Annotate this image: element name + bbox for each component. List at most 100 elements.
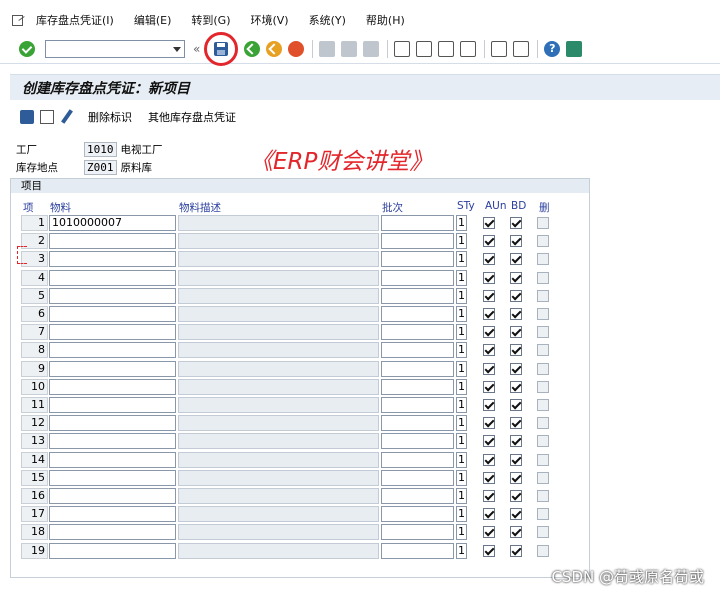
aun-checkbox[interactable] bbox=[483, 526, 495, 539]
delete-checkbox[interactable] bbox=[537, 217, 549, 229]
delete-checkbox[interactable] bbox=[537, 253, 549, 266]
batch-input[interactable] bbox=[381, 287, 454, 304]
bd-checkbox[interactable] bbox=[510, 308, 522, 320]
material-input[interactable] bbox=[49, 524, 176, 541]
batch-input[interactable] bbox=[381, 324, 454, 341]
col-header-bd[interactable]: BD bbox=[511, 200, 526, 212]
batch-input[interactable] bbox=[381, 469, 454, 486]
batch-input[interactable] bbox=[381, 451, 454, 468]
stock-type-input[interactable]: 1 bbox=[456, 433, 467, 450]
batch-input[interactable] bbox=[381, 397, 454, 413]
aun-checkbox[interactable] bbox=[483, 235, 495, 248]
row-number[interactable]: 11 bbox=[21, 397, 48, 413]
material-input[interactable] bbox=[49, 342, 176, 359]
material-input[interactable] bbox=[49, 542, 176, 559]
delete-checkbox[interactable] bbox=[537, 435, 549, 448]
double-chevron-left-icon[interactable]: « bbox=[193, 42, 200, 56]
aun-checkbox[interactable] bbox=[483, 490, 495, 502]
bd-checkbox[interactable] bbox=[510, 271, 522, 284]
delete-checkbox[interactable] bbox=[537, 471, 549, 484]
delete-checkbox[interactable] bbox=[537, 271, 549, 284]
aun-checkbox[interactable] bbox=[483, 544, 495, 557]
bd-checkbox[interactable] bbox=[510, 217, 522, 229]
bd-checkbox[interactable] bbox=[510, 417, 522, 430]
delete-checkbox[interactable] bbox=[537, 399, 549, 411]
material-input[interactable] bbox=[49, 287, 176, 304]
batch-input[interactable] bbox=[381, 542, 454, 559]
stock-type-input[interactable]: 1 bbox=[456, 324, 467, 341]
layout-menu-icon[interactable] bbox=[566, 40, 583, 57]
bd-checkbox[interactable] bbox=[510, 490, 522, 502]
delete-checkbox[interactable] bbox=[537, 417, 549, 430]
delete-flag-button[interactable]: 删除标识 bbox=[88, 109, 132, 125]
batch-input[interactable] bbox=[381, 433, 454, 450]
row-number[interactable]: 9 bbox=[21, 360, 48, 377]
aun-checkbox[interactable] bbox=[483, 326, 495, 339]
row-number[interactable]: 14 bbox=[21, 451, 48, 468]
aun-checkbox[interactable] bbox=[483, 289, 495, 302]
aun-checkbox[interactable] bbox=[483, 417, 495, 430]
row-number[interactable]: 10 bbox=[21, 378, 48, 395]
batch-input[interactable] bbox=[381, 506, 454, 523]
aun-checkbox[interactable] bbox=[483, 453, 495, 466]
other-doc-button[interactable]: 其他库存盘点凭证 bbox=[148, 109, 236, 125]
new-session-icon[interactable] bbox=[491, 40, 508, 57]
back-icon[interactable] bbox=[244, 40, 261, 57]
menu-help[interactable]: 帮助(H) bbox=[366, 12, 405, 28]
aun-checkbox[interactable] bbox=[483, 435, 495, 448]
aun-checkbox[interactable] bbox=[483, 362, 495, 375]
bd-checkbox[interactable] bbox=[510, 544, 522, 557]
aun-checkbox[interactable] bbox=[483, 253, 495, 266]
col-header-aun[interactable]: AUn bbox=[485, 200, 507, 212]
row-number[interactable]: 16 bbox=[21, 488, 48, 504]
delete-checkbox[interactable] bbox=[537, 508, 549, 521]
first-page-icon[interactable] bbox=[394, 40, 411, 57]
material-input[interactable] bbox=[49, 324, 176, 341]
menu-system[interactable]: 系统(Y) bbox=[309, 12, 346, 28]
command-field[interactable] bbox=[45, 39, 185, 58]
row-number[interactable]: 8 bbox=[21, 342, 48, 359]
pencil-icon[interactable] bbox=[60, 110, 74, 124]
row-number[interactable]: 12 bbox=[21, 415, 48, 432]
stock-type-input[interactable]: 1 bbox=[456, 342, 467, 359]
stock-type-input[interactable]: 1 bbox=[456, 542, 467, 559]
batch-input[interactable] bbox=[381, 360, 454, 377]
chevron-down-icon[interactable] bbox=[173, 46, 181, 52]
bd-checkbox[interactable] bbox=[510, 399, 522, 411]
row-number[interactable]: 19 bbox=[21, 542, 48, 559]
header-icon[interactable] bbox=[20, 110, 34, 124]
cancel-icon[interactable] bbox=[288, 40, 305, 57]
aun-checkbox[interactable] bbox=[483, 308, 495, 320]
col-header-batch[interactable]: 批次 bbox=[382, 200, 403, 215]
material-input[interactable] bbox=[49, 378, 176, 395]
material-input[interactable] bbox=[49, 433, 176, 450]
col-header-description[interactable]: 物料描述 bbox=[179, 200, 221, 215]
bd-checkbox[interactable] bbox=[510, 435, 522, 448]
aun-checkbox[interactable] bbox=[483, 471, 495, 484]
col-header-delete[interactable]: 删 bbox=[539, 200, 550, 215]
row-number[interactable]: 4 bbox=[21, 269, 48, 286]
aun-checkbox[interactable] bbox=[483, 380, 495, 393]
aun-checkbox[interactable] bbox=[483, 344, 495, 357]
batch-input[interactable] bbox=[381, 378, 454, 395]
bd-checkbox[interactable] bbox=[510, 326, 522, 339]
bd-checkbox[interactable] bbox=[510, 253, 522, 266]
batch-input[interactable] bbox=[381, 342, 454, 359]
material-input[interactable]: 1010000007 bbox=[49, 215, 176, 231]
row-number[interactable]: 6 bbox=[21, 306, 48, 322]
stock-type-input[interactable]: 1 bbox=[456, 287, 467, 304]
new-doc-icon[interactable] bbox=[40, 110, 54, 124]
bd-checkbox[interactable] bbox=[510, 526, 522, 539]
material-input[interactable] bbox=[49, 397, 176, 413]
row-number[interactable]: 7 bbox=[21, 324, 48, 341]
batch-input[interactable] bbox=[381, 415, 454, 432]
stock-type-input[interactable]: 1 bbox=[456, 251, 467, 268]
stock-type-input[interactable]: 1 bbox=[456, 233, 467, 250]
delete-checkbox[interactable] bbox=[537, 326, 549, 339]
row-number[interactable]: 13 bbox=[21, 433, 48, 450]
bd-checkbox[interactable] bbox=[510, 508, 522, 521]
stock-type-input[interactable]: 1 bbox=[456, 469, 467, 486]
menu-edit[interactable]: 编辑(E) bbox=[134, 12, 172, 28]
delete-checkbox[interactable] bbox=[537, 380, 549, 393]
material-input[interactable] bbox=[49, 306, 176, 322]
